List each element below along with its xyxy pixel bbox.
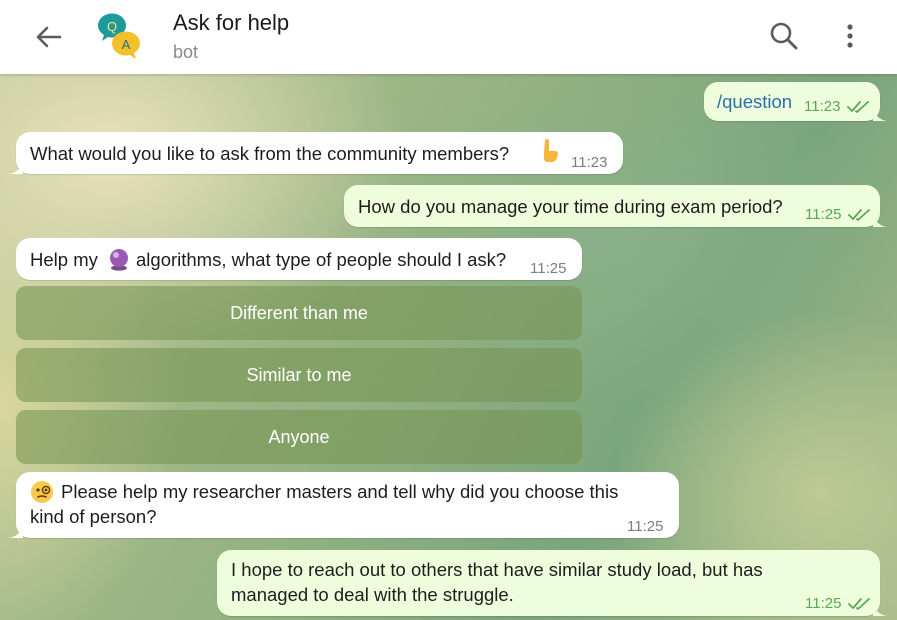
message-text-before: Help my — [30, 249, 98, 270]
message-text: What would you like to ask from the comm… — [30, 143, 510, 164]
message-meta: 11:23 — [804, 94, 871, 119]
bubble-tail — [9, 524, 23, 538]
bubble-tail — [873, 602, 887, 616]
message-time: 11:23 — [804, 98, 841, 115]
outgoing-message[interactable]: /question 11:23 — [704, 82, 887, 121]
arrow-left-icon[interactable] — [34, 22, 64, 52]
double-check-icon — [846, 101, 869, 113]
message-text-line1: Please help my researcher masters and te… — [61, 481, 619, 502]
incoming-message[interactable]: Please help my researcher masters and te… — [9, 472, 679, 538]
message-time: 11:25 — [530, 260, 567, 277]
crystal-ball-emoji — [107, 247, 131, 271]
pointing-down-emoji — [539, 139, 561, 163]
face-with-monocle-emoji — [30, 480, 54, 504]
keyboard-button-anyone[interactable]: Anyone — [16, 410, 582, 464]
command-link[interactable]: /question — [717, 89, 792, 114]
search-icon[interactable] — [768, 20, 800, 52]
message-time: 11:25 — [805, 206, 842, 223]
message-text-line1: I hope to reach out to others that have … — [231, 559, 763, 580]
avatar-letter-a: A — [122, 37, 131, 52]
chat-area[interactable]: /question 11:23 What would you like to a… — [0, 74, 897, 620]
bubble-tail — [873, 213, 887, 227]
keyboard-button-different[interactable]: Different than me — [16, 286, 582, 340]
message-text-after: algorithms, what type of people should I… — [136, 249, 507, 270]
more-vertical-icon[interactable] — [838, 20, 862, 52]
message-text: How do you manage your time during exam … — [358, 196, 783, 217]
double-check-icon — [847, 209, 870, 221]
message-time: 11:25 — [627, 518, 664, 535]
message-meta: 11:25 — [805, 202, 872, 227]
message-time: 11:23 — [571, 154, 608, 171]
incoming-message[interactable]: Help my algorithms, what type of people … — [16, 238, 582, 280]
chat-title[interactable]: Ask for help — [173, 10, 289, 36]
outgoing-message[interactable]: I hope to reach out to others that have … — [217, 550, 887, 616]
avatar-letter-q: Q — [107, 19, 117, 34]
message-text-line2: managed to deal with the struggle. — [231, 584, 514, 605]
chat-subtitle: bot — [173, 42, 199, 62]
message-time: 11:25 — [805, 595, 842, 612]
incoming-message[interactable]: What would you like to ask from the comm… — [9, 132, 623, 174]
keyboard-button-similar[interactable]: Similar to me — [16, 348, 582, 402]
double-check-icon — [847, 598, 870, 610]
bot-avatar[interactable]: Q A — [94, 12, 144, 62]
message-meta: 11:25 — [805, 591, 872, 616]
chat-header: Q A Ask for help bot — [0, 0, 897, 74]
message-text-line2: kind of person? — [30, 506, 157, 527]
bubble-tail — [9, 160, 23, 174]
bubble-tail — [873, 107, 887, 121]
outgoing-message[interactable]: How do you manage your time during exam … — [344, 185, 887, 227]
